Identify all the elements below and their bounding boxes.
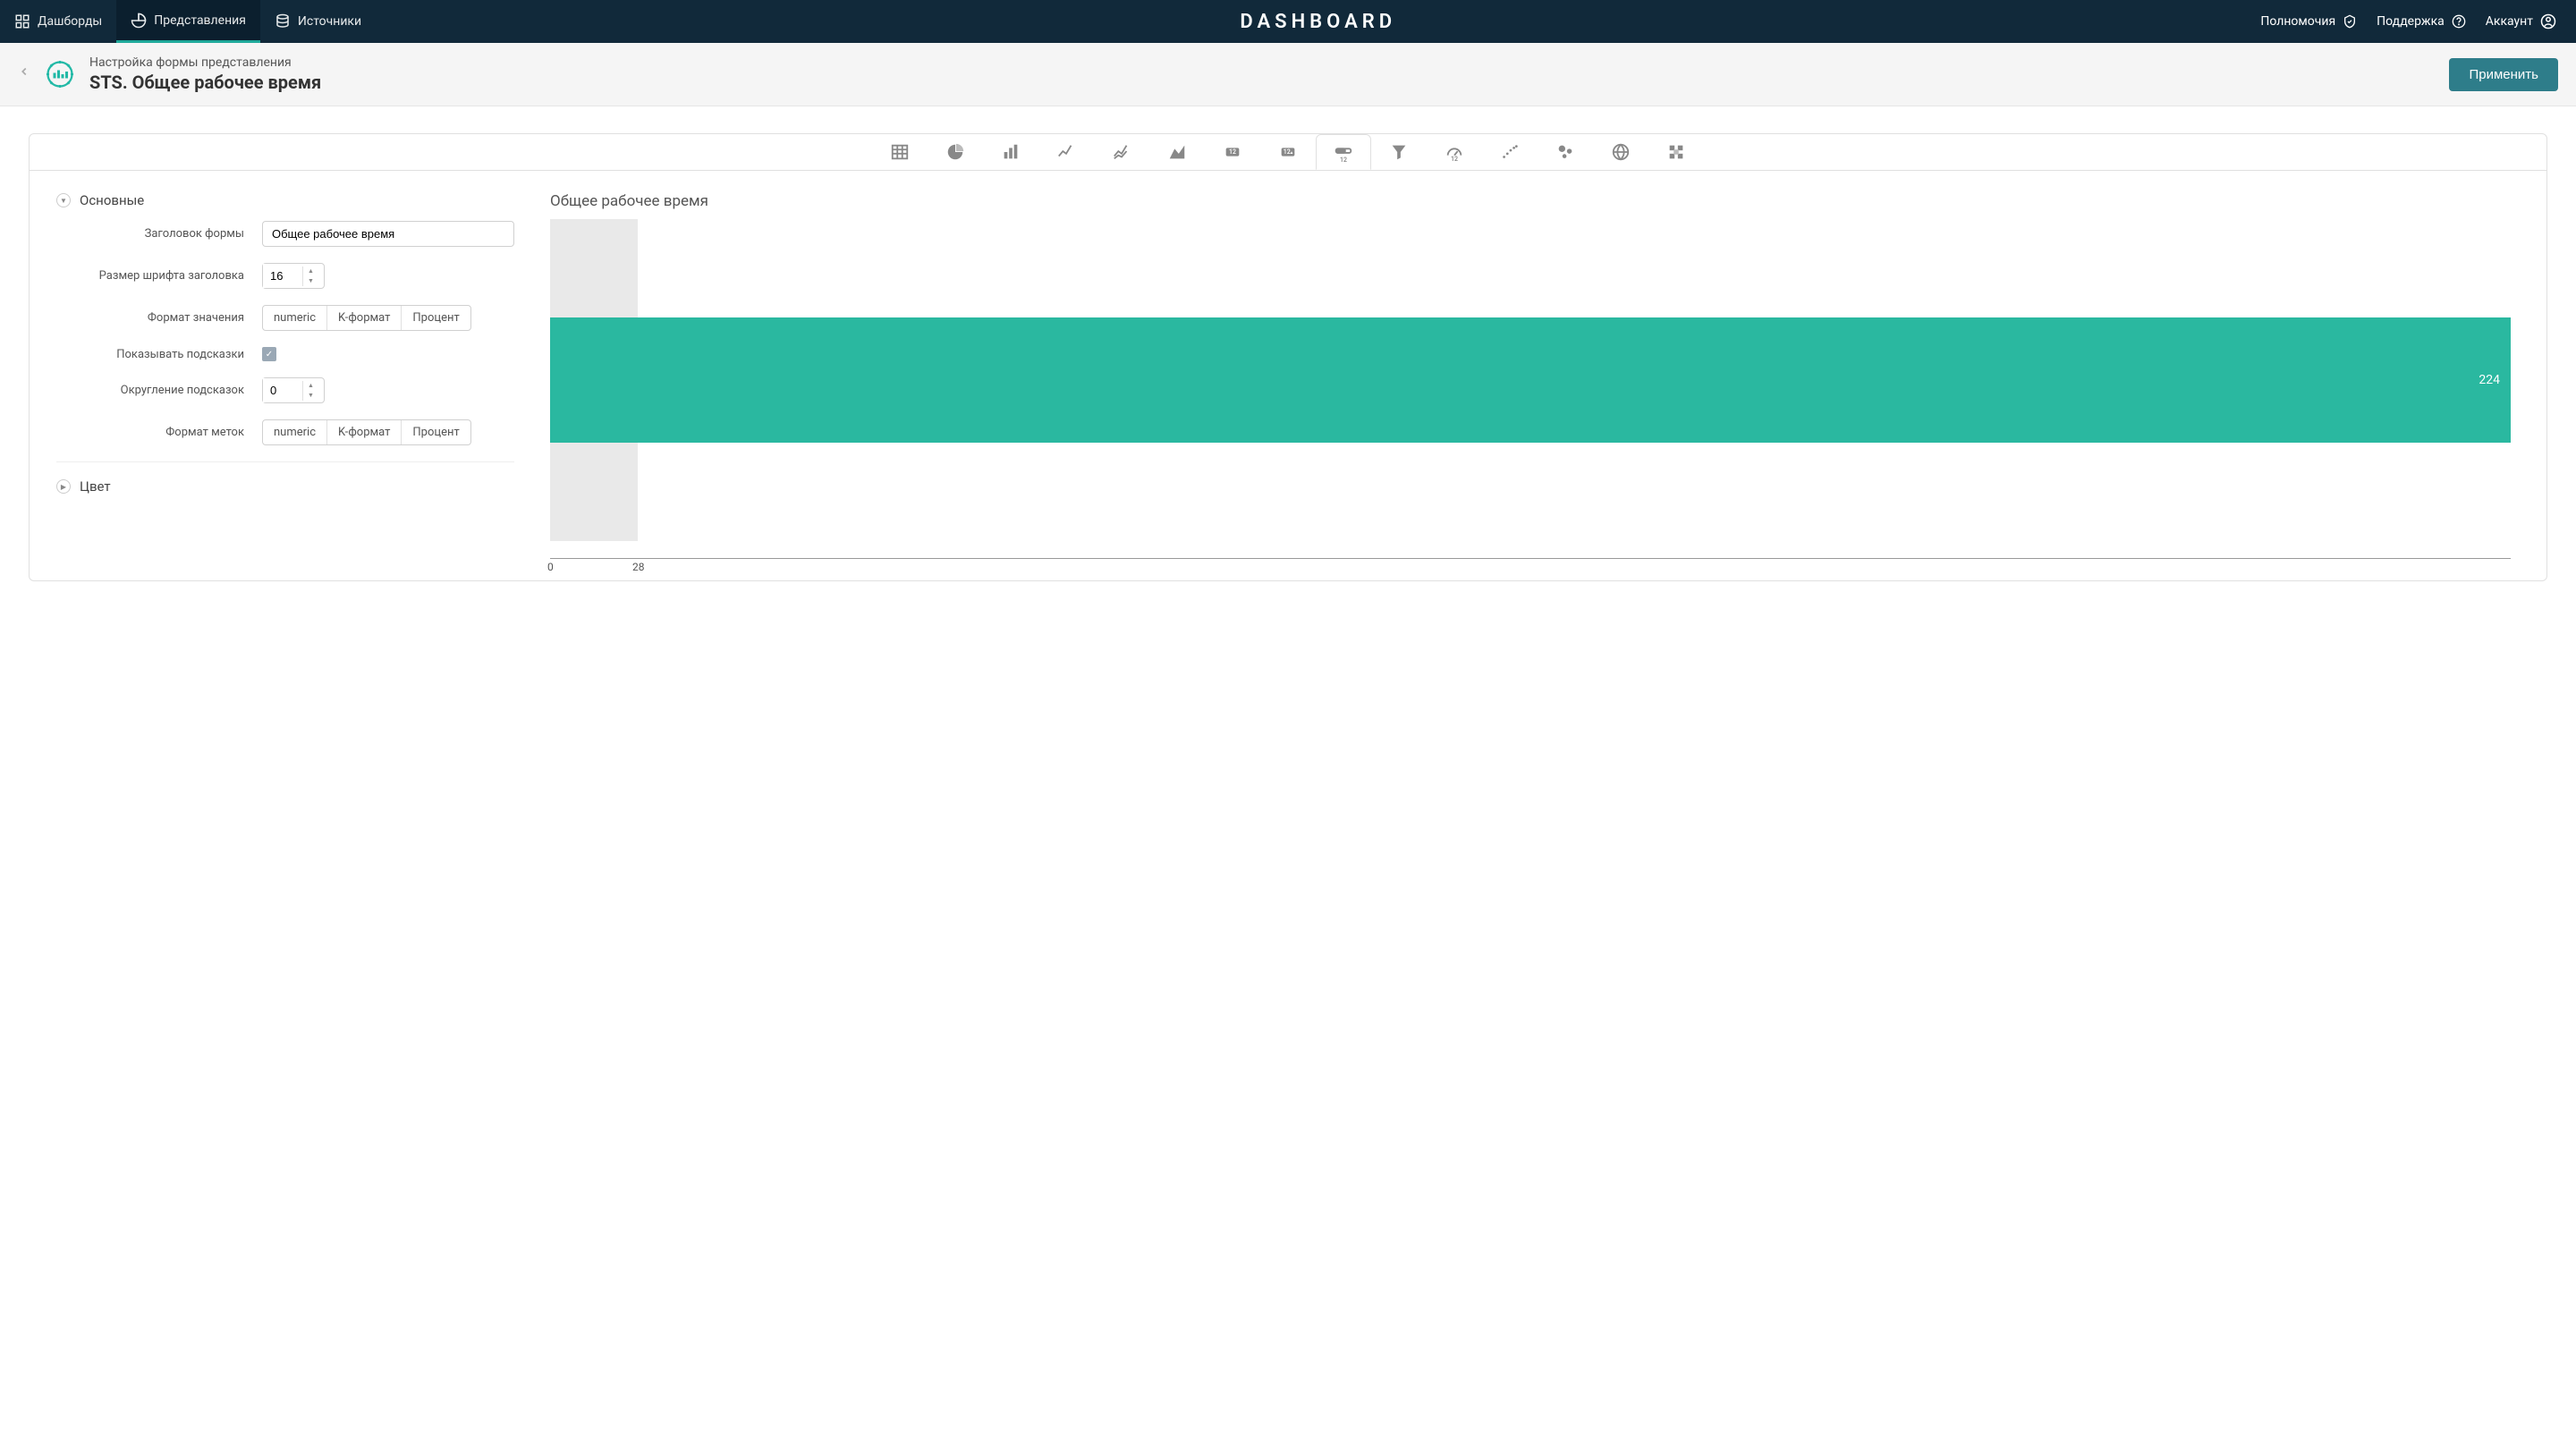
type-tab-bubble[interactable] xyxy=(1538,134,1593,170)
nav-support[interactable]: Поддержка xyxy=(2377,14,2466,29)
type-tab-sparkline[interactable] xyxy=(1482,134,1538,170)
stepper-down-icon[interactable]: ▼ xyxy=(303,276,318,286)
form-config-panel: 12 12▴ 12 12 ▼ Основные Заголовок формы xyxy=(29,133,2547,581)
nav-sources[interactable]: Источники xyxy=(260,0,376,43)
config-content: ▼ Основные Заголовок формы Размер шрифта… xyxy=(30,171,2546,580)
nav-label: Представления xyxy=(154,13,246,28)
shield-check-icon xyxy=(2343,14,2357,29)
chart-type-tabs: 12 12▴ 12 12 xyxy=(30,134,2546,171)
label-format-segmented: numeric K-формат Процент xyxy=(262,419,471,445)
collapse-color-toggle[interactable]: ▶ xyxy=(56,479,71,494)
type-tab-table[interactable] xyxy=(872,134,928,170)
section-color-title: Цвет xyxy=(80,478,111,495)
stepper-down-icon[interactable]: ▼ xyxy=(303,391,318,401)
sources-icon xyxy=(275,13,291,30)
form-title-input[interactable] xyxy=(262,221,514,247)
apply-button[interactable]: Применить xyxy=(2449,58,2558,91)
stepper-up-icon[interactable]: ▲ xyxy=(303,381,318,391)
nav-label: Полномочия xyxy=(2260,14,2335,29)
back-button[interactable] xyxy=(18,62,30,87)
subheader: Настройка формы представления STS. Общее… xyxy=(0,43,2576,106)
type-tab-line[interactable] xyxy=(1038,134,1094,170)
show-tooltips-label: Показывать подсказки xyxy=(56,348,262,361)
form-title-label: Заголовок формы xyxy=(56,227,262,241)
preview-column: Общее рабочее время 224 0 28 xyxy=(550,192,2529,559)
type-tab-line-multi[interactable] xyxy=(1094,134,1149,170)
section-main-title: Основные xyxy=(80,192,144,208)
nav-label: Аккаунт xyxy=(2486,14,2533,29)
type-tab-pie[interactable] xyxy=(928,134,983,170)
type-tab-area[interactable] xyxy=(1149,134,1205,170)
dashboards-icon xyxy=(14,13,30,30)
top-nav-left: Дашборды Представления Источники xyxy=(0,0,376,43)
settings-column: ▼ Основные Заголовок формы Размер шрифта… xyxy=(47,192,514,559)
chevron-left-icon xyxy=(18,62,30,81)
help-icon xyxy=(2452,14,2466,29)
collapse-main-toggle[interactable]: ▼ xyxy=(56,193,71,207)
subheader-titles: Настройка формы представления STS. Общее… xyxy=(89,55,321,93)
font-size-input[interactable] xyxy=(263,264,302,288)
type-tab-grid[interactable] xyxy=(1648,134,1704,170)
type-tab-card-up[interactable]: 12▴ xyxy=(1260,134,1316,170)
label-format-label: Формат меток xyxy=(56,426,262,439)
x-tick-0: 0 xyxy=(547,561,554,573)
top-nav: Дашборды Представления Источники DASHBOA… xyxy=(0,0,2576,43)
value-format-numeric[interactable]: numeric xyxy=(263,306,327,330)
stepper-up-icon[interactable]: ▲ xyxy=(303,266,318,276)
section-main-head: ▼ Основные xyxy=(56,192,514,208)
value-format-k[interactable]: K-формат xyxy=(327,306,402,330)
pie-icon xyxy=(131,13,147,29)
value-format-segmented: numeric K-формат Процент xyxy=(262,305,471,331)
tooltip-round-stepper[interactable]: ▲▼ xyxy=(262,377,325,403)
brand-title: DASHBOARD xyxy=(376,11,2260,33)
user-icon xyxy=(2540,13,2556,30)
chart-title: Общее рабочее время xyxy=(550,192,2511,210)
section-divider xyxy=(56,461,514,462)
show-tooltips-checkbox[interactable]: ✓ xyxy=(262,347,276,361)
type-tab-globe[interactable] xyxy=(1593,134,1648,170)
nav-dashboards[interactable]: Дашборды xyxy=(0,0,116,43)
type-tab-funnel[interactable] xyxy=(1371,134,1427,170)
chart-value-label: 224 xyxy=(2479,373,2500,387)
subheader-left: Настройка формы представления STS. Общее… xyxy=(18,55,321,93)
label-format-numeric[interactable]: numeric xyxy=(263,420,327,444)
type-tab-gauge[interactable]: 12 xyxy=(1427,134,1482,170)
section-color-head: ▶ Цвет xyxy=(56,478,514,495)
progress-bar-chart: 224 0 28 xyxy=(550,219,2511,559)
value-format-percent[interactable]: Процент xyxy=(402,306,470,330)
gear-chart-icon xyxy=(43,57,77,91)
chart-x-axis: 0 28 xyxy=(550,558,2511,559)
tooltip-round-label: Округление подсказок xyxy=(56,384,262,397)
nav-label: Поддержка xyxy=(2377,14,2445,29)
label-format-percent[interactable]: Процент xyxy=(402,420,470,444)
type-tab-card[interactable]: 12 xyxy=(1205,134,1260,170)
nav-label: Источники xyxy=(298,14,361,29)
font-size-stepper[interactable]: ▲▼ xyxy=(262,263,325,289)
subheader-line2: STS. Общее рабочее время xyxy=(89,72,321,93)
value-format-label: Формат значения xyxy=(56,311,262,325)
nav-permissions[interactable]: Полномочия xyxy=(2260,14,2357,29)
top-nav-right: Полномочия Поддержка Аккаунт xyxy=(2260,13,2576,30)
font-size-label: Размер шрифта заголовка xyxy=(56,269,262,283)
tooltip-round-input[interactable] xyxy=(263,378,302,402)
type-tab-progress[interactable]: 12 xyxy=(1316,134,1371,170)
nav-views[interactable]: Представления xyxy=(116,0,260,43)
nav-account[interactable]: Аккаунт xyxy=(2486,13,2556,30)
nav-label: Дашборды xyxy=(38,14,102,29)
type-tab-bar[interactable] xyxy=(983,134,1038,170)
label-format-k[interactable]: K-формат xyxy=(327,420,402,444)
x-tick-1: 28 xyxy=(632,561,645,573)
subheader-line1: Настройка формы представления xyxy=(89,55,321,70)
chart-bar-fill: 224 xyxy=(550,317,2511,443)
